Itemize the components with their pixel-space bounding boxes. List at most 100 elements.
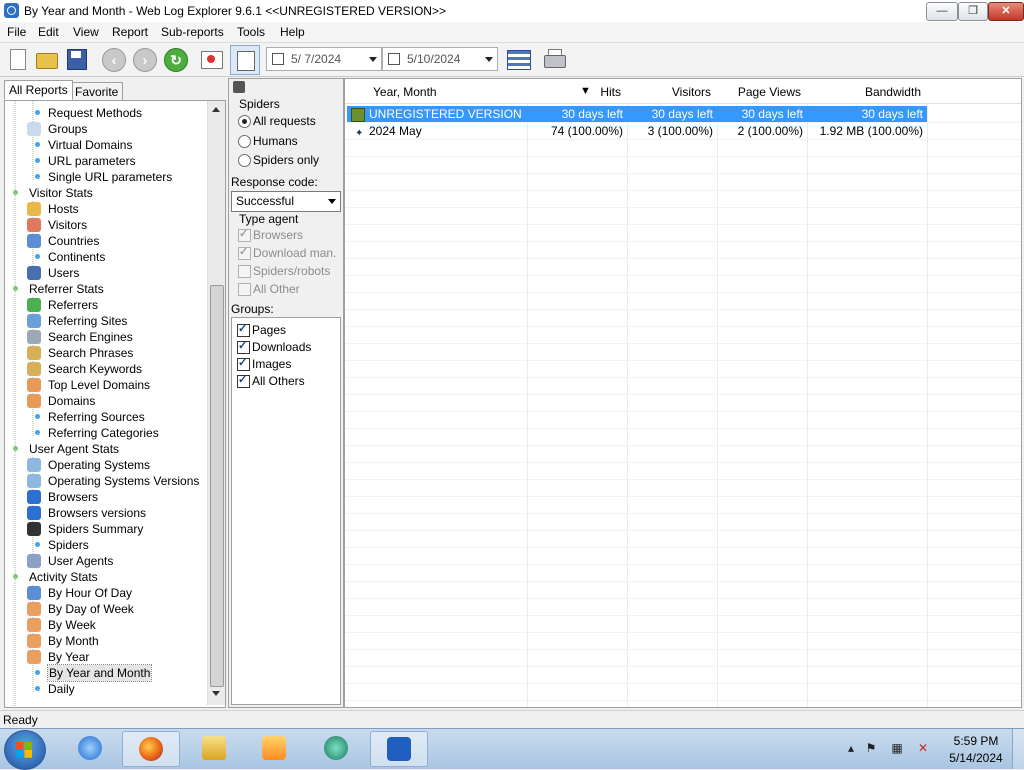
date-to-picker[interactable]: 5/10/2024	[382, 47, 498, 71]
tree-scrollbar[interactable]	[207, 101, 225, 705]
tree-item[interactable]: Daily	[5, 681, 205, 697]
scroll-down-icon[interactable]	[212, 691, 220, 696]
group-pages-checkbox[interactable]	[237, 322, 250, 337]
table-row[interactable]: UNREGISTERED VERSION 30 days left 30 day…	[347, 106, 927, 122]
tree-item[interactable]: Search Phrases	[5, 345, 205, 361]
tree-item[interactable]: By Year	[5, 649, 205, 665]
agent-download-checkbox[interactable]	[238, 245, 251, 260]
minimize-button[interactable]: —	[926, 2, 958, 21]
date-to-checkbox[interactable]	[388, 53, 400, 65]
table-row[interactable]: ✦ 2024 May 74 (100.00%) 3 (100.00%) 2 (1…	[347, 123, 927, 139]
tree-item[interactable]: Visitors	[5, 217, 205, 233]
column-header-hits[interactable]: Hits	[585, 85, 621, 99]
forward-arrow-icon[interactable]: ›	[131, 46, 157, 72]
menu-edit[interactable]: Edit	[38, 25, 59, 39]
clock-time[interactable]: 5:59 PM	[946, 734, 1006, 748]
tree-section[interactable]: Visitor Stats	[5, 185, 205, 201]
tree-item[interactable]: By Month	[5, 633, 205, 649]
back-arrow-icon[interactable]: ‹	[100, 46, 126, 72]
tree-section[interactable]: Referrer Stats	[5, 281, 205, 297]
tree-item[interactable]: Groups	[5, 121, 205, 137]
tree-item[interactable]: Domains	[5, 393, 205, 409]
group-images-checkbox[interactable]	[237, 356, 250, 371]
menu-file[interactable]: File	[7, 25, 26, 39]
show-desktop-button[interactable]	[1012, 729, 1024, 769]
web-log-explorer-icon[interactable]	[370, 731, 428, 767]
columns-icon[interactable]	[505, 46, 531, 72]
tree-item[interactable]: Users	[5, 265, 205, 281]
tree-item[interactable]: URL parameters	[5, 153, 205, 169]
tree-item[interactable]: Virtual Domains	[5, 137, 205, 153]
menu-report[interactable]: Report	[112, 25, 148, 39]
tree-item[interactable]: By Day of Week	[5, 601, 205, 617]
agent-other-checkbox[interactable]	[238, 283, 251, 296]
radio-spiders-only[interactable]	[238, 154, 251, 167]
group-others-label[interactable]: All Others	[252, 374, 305, 388]
agent-spiders-checkbox[interactable]	[238, 265, 251, 278]
column-header-bandwidth[interactable]: Bandwidth	[815, 85, 921, 99]
menu-help[interactable]: Help	[280, 25, 305, 39]
pin-icon[interactable]	[233, 81, 245, 93]
column-header-year-month[interactable]: Year, Month	[373, 85, 437, 99]
menu-view[interactable]: View	[73, 25, 99, 39]
refresh-icon[interactable]: ↻	[162, 46, 188, 72]
group-images-label[interactable]: Images	[252, 357, 291, 371]
radio-all-requests[interactable]	[238, 115, 251, 128]
tree-item[interactable]: By Week	[5, 617, 205, 633]
tree-item[interactable]: By Hour Of Day	[5, 585, 205, 601]
save-disk-icon[interactable]	[63, 46, 89, 72]
show-hidden-icons-icon[interactable]: ▴	[844, 741, 858, 755]
close-button[interactable]: ✕	[988, 2, 1024, 21]
report-view-icon[interactable]	[198, 46, 224, 72]
tab-all-reports[interactable]: All Reports	[4, 80, 73, 100]
maximize-button[interactable]: ❐	[958, 2, 988, 21]
printer-icon[interactable]	[541, 46, 567, 72]
agent-browsers-checkbox[interactable]	[238, 227, 251, 242]
tree-item[interactable]: Spiders Summary	[5, 521, 205, 537]
scroll-up-icon[interactable]	[212, 107, 220, 112]
media-player-icon[interactable]	[246, 731, 302, 765]
chevron-down-icon[interactable]	[369, 57, 377, 62]
volume-muted-icon[interactable]: ✕	[916, 741, 930, 755]
tree-item[interactable]: Referring Sites	[5, 313, 205, 329]
tree-item[interactable]: User Agents	[5, 553, 205, 569]
tree-item[interactable]: Referring Sources	[5, 409, 205, 425]
open-folder-icon[interactable]	[33, 46, 59, 72]
filter-panel-icon[interactable]	[230, 45, 260, 75]
group-others-checkbox[interactable]	[237, 373, 250, 388]
radio-humans-label[interactable]: Humans	[253, 134, 298, 148]
menu-tools[interactable]: Tools	[237, 25, 265, 39]
firefox-icon[interactable]	[122, 731, 180, 767]
tree-section[interactable]: Activity Stats	[5, 569, 205, 585]
tree-section[interactable]: User Agent Stats	[5, 441, 205, 457]
scrollbar-thumb[interactable]	[210, 285, 224, 687]
tree-item[interactable]: Browsers	[5, 489, 205, 505]
chat-app-icon[interactable]	[308, 731, 364, 765]
chevron-down-icon[interactable]	[485, 57, 493, 62]
tree-item[interactable]: Search Keywords	[5, 361, 205, 377]
tree-item[interactable]: Countries	[5, 233, 205, 249]
file-explorer-icon[interactable]	[186, 731, 242, 765]
radio-humans[interactable]	[238, 135, 251, 148]
internet-explorer-icon[interactable]	[62, 731, 118, 765]
tree-item[interactable]: Spiders	[5, 537, 205, 553]
tree-item[interactable]: Referring Categories	[5, 425, 205, 441]
tree-item[interactable]: Single URL parameters	[5, 169, 205, 185]
menu-sub-reports[interactable]: Sub-reports	[161, 25, 224, 39]
column-header-page-views[interactable]: Page Views	[725, 85, 801, 99]
action-center-flag-icon[interactable]: ⚑	[864, 741, 878, 755]
date-from-checkbox[interactable]	[272, 53, 284, 65]
tab-favorite[interactable]: Favorite	[70, 82, 124, 102]
tree-item[interactable]: Request Methods	[5, 105, 205, 121]
new-report-icon[interactable]	[4, 46, 30, 72]
chevron-down-icon[interactable]	[328, 199, 336, 204]
clock-date[interactable]: 5/14/2024	[946, 751, 1006, 765]
group-downloads-label[interactable]: Downloads	[252, 340, 311, 354]
start-button[interactable]	[4, 730, 46, 770]
group-downloads-checkbox[interactable]	[237, 339, 250, 354]
group-pages-label[interactable]: Pages	[252, 323, 286, 337]
tree-item[interactable]: Browsers versions	[5, 505, 205, 521]
radio-spiders-only-label[interactable]: Spiders only	[253, 153, 319, 167]
tree-item[interactable]: Search Engines	[5, 329, 205, 345]
radio-all-requests-label[interactable]: All requests	[253, 114, 316, 128]
